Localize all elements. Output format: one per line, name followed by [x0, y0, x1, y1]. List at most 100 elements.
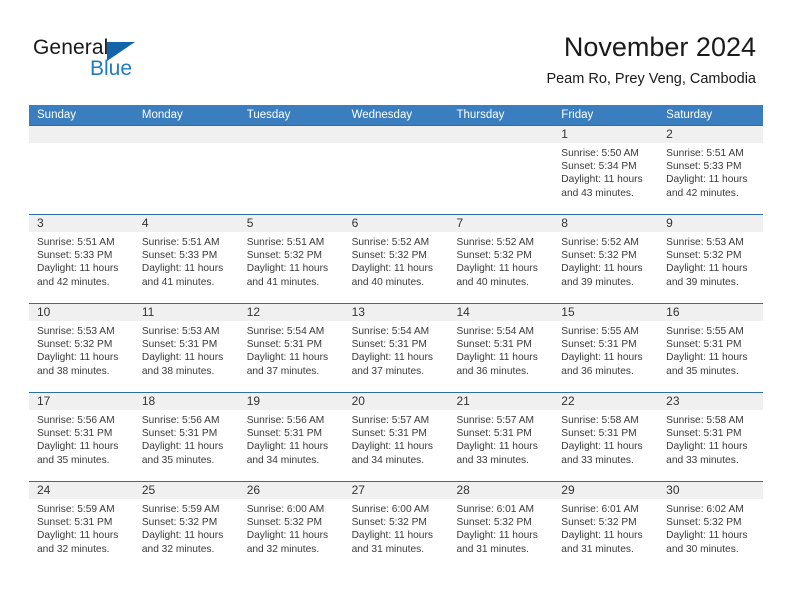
day-number — [133, 126, 239, 143]
weekday-header-tuesday: Tuesday — [246, 109, 291, 121]
day-info-line: and 31 minutes. — [456, 543, 529, 555]
calendar-day-cell[interactable]: 30 Sunrise: 6:02 AM Sunset: 5:32 PM Dayligh… — [658, 481, 764, 570]
calendar-day-cell[interactable]: 5 Sunrise: 5:51 AM Sunset: 5:32 PM Daylight… — [238, 214, 344, 303]
calendar-page: General Blue November 2024 Peam Ro, Prey… — [0, 0, 792, 612]
day-info-line: and 35 minutes. — [37, 454, 110, 466]
day-sun-info: Sunrise: 5:53 AM Sunset: 5:32 PM Daylight:… — [658, 232, 763, 289]
day-info-line: Daylight: 11 hours — [561, 263, 643, 275]
calendar-day-cell[interactable]: 8 Sunrise: 5:52 AM Sunset: 5:32 PM Daylight… — [553, 214, 659, 303]
calendar-day-cell[interactable]: 9 Sunrise: 5:53 AM Sunset: 5:32 PM Daylight… — [658, 214, 764, 303]
day-info-line: Sunset: 5:32 PM — [141, 517, 218, 529]
day-info-line: Sunrise: 5:50 AM — [561, 148, 639, 159]
calendar-day-cell[interactable]: 2 Sunrise: 5:51 AM Sunset: 5:33 PM Daylight… — [658, 125, 764, 214]
day-info-line: and 31 minutes. — [351, 543, 425, 555]
day-sun-info: Sunrise: 5:58 AM Sunset: 5:31 PM Daylight:… — [553, 410, 658, 467]
calendar-day-cell[interactable]: 29 Sunrise: 6:01 AM Sunset: 5:32 PM Dayligh… — [553, 481, 659, 570]
day-info-line: Sunrise: 5:53 AM — [37, 326, 115, 337]
calendar-day-cell[interactable]: 17 Sunrise: 5:56 AM Sunset: 5:31 PM Dayligh… — [29, 392, 134, 481]
calendar-day-cell[interactable]: 18 Sunrise: 5:56 AM Sunset: 5:31 PM Dayligh… — [133, 392, 239, 481]
calendar-day-cell[interactable]: 27 Sunrise: 6:00 AM Sunset: 5:32 PM Dayligh… — [343, 481, 449, 570]
day-info-line: Daylight: 11 hours — [351, 352, 433, 364]
day-info-line: Daylight: 11 hours — [37, 263, 119, 275]
day-sun-info: Sunrise: 6:01 AM Sunset: 5:32 PM Daylight:… — [553, 499, 658, 556]
day-info-line: Sunset: 5:33 PM — [37, 250, 113, 262]
day-sun-info — [134, 143, 239, 147]
calendar-week-row: 10 Sunrise: 5:53 AM Sunset: 5:32 PM Dayligh… — [29, 303, 764, 392]
day-sun-info: Sunrise: 5:52 AM Sunset: 5:32 PM Daylight:… — [344, 232, 449, 289]
day-info-line: and 40 minutes. — [456, 276, 529, 288]
day-info-line: Sunset: 5:31 PM — [246, 339, 323, 351]
calendar-day-cell[interactable]: 24 Sunrise: 5:59 AM Sunset: 5:31 PM Dayligh… — [29, 481, 134, 570]
day-sun-info: Sunrise: 5:55 AM Sunset: 5:31 PM Daylight:… — [553, 321, 658, 378]
day-sun-info: Sunrise: 5:54 AM Sunset: 5:31 PM Daylight:… — [344, 321, 449, 378]
day-number: 28 — [448, 482, 554, 499]
day-info-line: Sunset: 5:32 PM — [666, 517, 742, 529]
day-info-line: Sunrise: 6:01 AM — [456, 504, 535, 515]
calendar-day-cell[interactable]: 13 Sunrise: 5:54 AM Sunset: 5:31 PM Dayligh… — [343, 303, 449, 392]
day-info-line: Sunrise: 5:51 AM — [666, 148, 744, 159]
day-sun-info — [29, 143, 134, 147]
day-info-line: Sunset: 5:32 PM — [351, 517, 427, 529]
calendar-day-cell[interactable]: 10 Sunrise: 5:53 AM Sunset: 5:32 PM Dayligh… — [29, 303, 134, 392]
calendar-day-cell[interactable]: 19 Sunrise: 5:56 AM Sunset: 5:31 PM Dayligh… — [238, 392, 344, 481]
day-info-line: Sunrise: 5:53 AM — [666, 237, 744, 248]
calendar-day-cell[interactable]: 3 Sunrise: 5:51 AM Sunset: 5:33 PM Daylight… — [29, 214, 134, 303]
day-info-line: Sunrise: 5:56 AM — [141, 415, 220, 426]
calendar-day-cell[interactable]: 20 Sunrise: 5:57 AM Sunset: 5:31 PM Dayligh… — [343, 392, 449, 481]
day-info-line: Sunset: 5:32 PM — [456, 517, 532, 529]
calendar-day-cell[interactable]: 11 Sunrise: 5:53 AM Sunset: 5:31 PM Dayligh… — [133, 303, 239, 392]
day-info-line: and 42 minutes. — [37, 276, 110, 288]
day-info-line: Daylight: 11 hours — [456, 530, 538, 542]
day-info-line: Sunset: 5:32 PM — [561, 250, 637, 262]
day-info-line: Sunrise: 5:57 AM — [351, 415, 430, 426]
calendar-day-cell[interactable]: 15 Sunrise: 5:55 AM Sunset: 5:31 PM Dayligh… — [553, 303, 659, 392]
day-sun-info: Sunrise: 5:51 AM Sunset: 5:33 PM Daylight:… — [29, 232, 134, 289]
calendar-day-cell[interactable]: 6 Sunrise: 5:52 AM Sunset: 5:32 PM Daylight… — [343, 214, 449, 303]
calendar-day-cell[interactable]: 4 Sunrise: 5:51 AM Sunset: 5:33 PM Daylight… — [133, 214, 239, 303]
calendar-day-cell[interactable]: 22 Sunrise: 5:58 AM Sunset: 5:31 PM Dayligh… — [553, 392, 659, 481]
day-info-line: Sunset: 5:31 PM — [37, 517, 113, 529]
day-number: 5 — [238, 215, 344, 232]
day-info-line: Sunrise: 6:00 AM — [246, 504, 325, 515]
calendar-day-cell[interactable]: 12 Sunrise: 5:54 AM Sunset: 5:31 PM Dayligh… — [238, 303, 344, 392]
calendar-day-cell[interactable]: 14 Sunrise: 5:54 AM Sunset: 5:31 PM Dayligh… — [448, 303, 554, 392]
day-number: 23 — [658, 393, 764, 410]
day-number — [343, 126, 449, 143]
calendar-day-cell[interactable]: 25 Sunrise: 5:59 AM Sunset: 5:32 PM Dayligh… — [133, 481, 239, 570]
day-info-line: and 34 minutes. — [351, 454, 425, 466]
calendar-day-cell[interactable]: 1 Sunrise: 5:50 AM Sunset: 5:34 PM Daylight… — [553, 125, 659, 214]
day-info-line: Daylight: 11 hours — [666, 352, 748, 364]
calendar-day-cell[interactable]: 28 Sunrise: 6:01 AM Sunset: 5:32 PM Dayligh… — [448, 481, 554, 570]
day-info-line: Daylight: 11 hours — [141, 441, 224, 453]
brand-logo[interactable]: General Blue — [33, 36, 213, 88]
calendar-day-cell[interactable]: 16 Sunrise: 5:55 AM Sunset: 5:31 PM Dayligh… — [658, 303, 764, 392]
day-info-line: Sunrise: 5:58 AM — [666, 415, 744, 426]
day-info-line: Sunset: 5:31 PM — [561, 339, 637, 351]
day-number: 15 — [553, 304, 659, 321]
day-info-line: and 35 minutes. — [141, 454, 215, 466]
day-number: 20 — [343, 393, 449, 410]
day-info-line: Sunset: 5:31 PM — [666, 339, 742, 351]
day-info-line: Daylight: 11 hours — [351, 263, 433, 275]
day-info-line: Daylight: 11 hours — [456, 263, 538, 275]
day-info-line: and 41 minutes. — [246, 276, 320, 288]
day-info-line: Daylight: 11 hours — [666, 441, 748, 453]
day-number: 10 — [29, 304, 134, 321]
day-number: 22 — [553, 393, 659, 410]
calendar-day-cell-empty — [133, 125, 239, 214]
day-sun-info: Sunrise: 5:58 AM Sunset: 5:31 PM Daylight:… — [658, 410, 763, 467]
calendar-day-cell[interactable]: 23 Sunrise: 5:58 AM Sunset: 5:31 PM Dayligh… — [658, 392, 764, 481]
day-sun-info: Sunrise: 5:51 AM Sunset: 5:32 PM Daylight:… — [239, 232, 344, 289]
calendar-day-cell[interactable]: 26 Sunrise: 6:00 AM Sunset: 5:32 PM Dayligh… — [238, 481, 344, 570]
calendar-day-cell[interactable]: 7 Sunrise: 5:52 AM Sunset: 5:32 PM Daylight… — [448, 214, 554, 303]
day-info-line: and 37 minutes. — [351, 365, 425, 377]
day-info-line: Daylight: 11 hours — [351, 530, 433, 542]
calendar-week-row: 17 Sunrise: 5:56 AM Sunset: 5:31 PM Dayligh… — [29, 392, 764, 481]
day-info-line: and 39 minutes. — [666, 276, 739, 288]
day-number: 26 — [238, 482, 344, 499]
calendar-day-cell[interactable]: 21 Sunrise: 5:57 AM Sunset: 5:31 PM Dayligh… — [448, 392, 554, 481]
day-info-line: Sunrise: 5:53 AM — [141, 326, 220, 337]
day-info-line: Daylight: 11 hours — [141, 263, 224, 275]
day-info-line: Sunset: 5:32 PM — [666, 250, 742, 262]
day-info-line: Sunrise: 5:54 AM — [246, 326, 325, 337]
